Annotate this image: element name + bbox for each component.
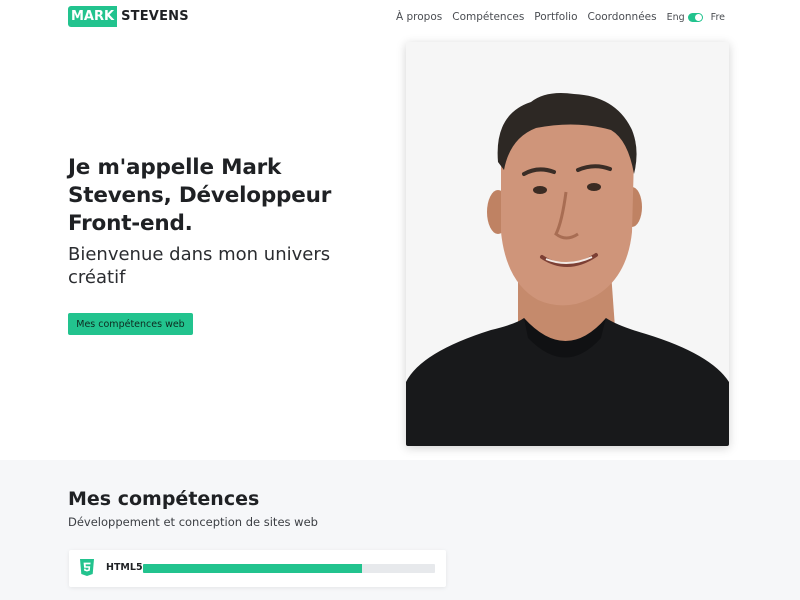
- skill-progress-bar: [143, 564, 435, 573]
- portrait-photo: [406, 42, 729, 446]
- portrait-illustration: [406, 42, 729, 446]
- logo-mark: MARK: [68, 6, 118, 27]
- nav-link-contact[interactable]: Coordonnées: [588, 11, 657, 23]
- skill-card-html5: HTML5: [69, 550, 446, 587]
- hero-title: Je m'appelle Mark Stevens, Développeur F…: [68, 155, 332, 236]
- html5-icon: [80, 559, 94, 576]
- logo-name: STEVENS: [121, 9, 189, 24]
- nav-link-portfolio[interactable]: Portfolio: [534, 11, 577, 23]
- skills-subtitle: Développement et conception de sites web: [68, 515, 318, 529]
- skills-title: Mes compétences: [68, 488, 260, 510]
- skills-cta-button[interactable]: Mes compétences web: [68, 313, 193, 335]
- toggle-knob: [694, 13, 702, 21]
- language-label-fre: Fre: [710, 11, 725, 23]
- language-label-eng: Eng: [666, 11, 685, 23]
- language-switch: Eng Fre: [667, 12, 725, 23]
- nav-link-about[interactable]: À propos: [396, 11, 442, 23]
- skill-name: HTML5: [106, 562, 143, 573]
- site-header: MARK STEVENS À propos Compétences Portfo…: [0, 0, 800, 34]
- logo[interactable]: MARK STEVENS: [68, 6, 189, 27]
- skill-progress-fill: [143, 564, 362, 573]
- nav-link-skills[interactable]: Compétences: [452, 11, 524, 23]
- hero-subtitle: Bienvenue dans mon univers créatif: [68, 244, 331, 288]
- main-nav: À propos Compétences Portfolio Coordonné…: [396, 0, 725, 34]
- language-toggle[interactable]: [687, 12, 703, 22]
